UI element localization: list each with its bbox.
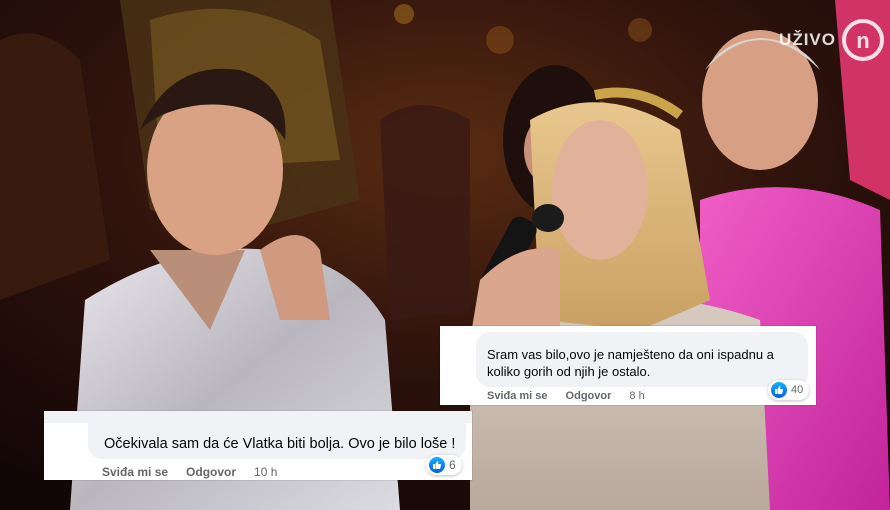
live-label: UŽIVO — [779, 30, 836, 49]
reply-action[interactable]: Odgovor — [566, 390, 612, 402]
channel-logo-letter: n — [856, 28, 869, 53]
thumbs-up-icon — [429, 457, 445, 473]
reaction-badge[interactable]: 40 — [768, 380, 810, 400]
like-action[interactable]: Sviđa mi se — [487, 390, 548, 402]
reaction-badge[interactable]: 6 — [426, 455, 462, 475]
channel-watermark: UŽIVO n — [779, 18, 884, 62]
comment-actions: Sviđa mi se Odgovor 8 h — [487, 390, 663, 402]
comment-text: Očekivala sam da će Vlatka biti bolja. O… — [104, 436, 456, 452]
comment-timestamp: 10 h — [254, 465, 278, 479]
comment-card: Očekivala sam da će Vlatka biti bolja. O… — [44, 411, 472, 480]
comment-card: Sram vas bilo,ovo je namješteno da oni i… — [440, 326, 816, 405]
channel-logo-icon: n — [842, 19, 884, 61]
thumbs-up-icon — [771, 382, 787, 398]
comment-timestamp: 8 h — [629, 390, 645, 402]
comment-actions: Sviđa mi se Odgovor 10 h — [102, 465, 295, 479]
reaction-count: 6 — [449, 458, 456, 472]
reaction-count: 40 — [791, 384, 804, 396]
comment-text: Sram vas bilo,ovo je namješteno da oni i… — [487, 347, 774, 379]
reply-action[interactable]: Odgovor — [186, 465, 236, 479]
like-action[interactable]: Sviđa mi se — [102, 465, 168, 479]
